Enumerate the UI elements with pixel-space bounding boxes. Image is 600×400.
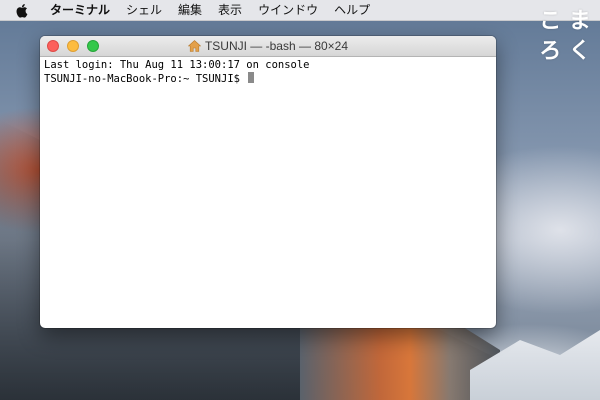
text-cursor — [248, 72, 255, 83]
logo-char: ま — [568, 9, 591, 34]
window-controls — [47, 40, 99, 52]
window-titlebar[interactable]: TSUNJI — -bash — 80×24 — [40, 36, 496, 57]
logo-char: く — [568, 38, 591, 64]
prompt-text: TSUNJI-no-MacBook-Pro:~ TSUNJI$ — [44, 73, 247, 85]
home-folder-icon — [187, 40, 201, 52]
menu-app-terminal[interactable]: ターミナル — [42, 0, 118, 20]
zoom-button[interactable] — [87, 40, 99, 52]
wallpaper-snow — [470, 330, 600, 400]
menu-bar: ターミナル シェル 編集 表示 ウインドウ ヘルプ — [0, 0, 600, 21]
menu-shell[interactable]: シェル — [118, 0, 170, 20]
close-button[interactable] — [47, 40, 59, 52]
terminal-line-prompt: TSUNJI-no-MacBook-Pro:~ TSUNJI$ — [44, 72, 492, 86]
menu-window[interactable]: ウインドウ — [250, 0, 326, 20]
minimize-button[interactable] — [67, 40, 79, 52]
terminal-line-login: Last login: Thu Aug 11 13:00:17 on conso… — [44, 59, 310, 71]
site-logo: こ ま ろ く — [537, 9, 593, 65]
menu-view[interactable]: 表示 — [210, 0, 250, 20]
terminal-window: TSUNJI — -bash — 80×24 Last login: Thu A… — [40, 36, 496, 328]
terminal-content[interactable]: Last login: Thu Aug 11 13:00:17 on conso… — [40, 57, 496, 88]
logo-char: こ — [539, 9, 562, 34]
logo-char: ろ — [539, 38, 562, 64]
window-title-text: TSUNJI — -bash — 80×24 — [204, 39, 349, 53]
menu-edit[interactable]: 編集 — [170, 0, 210, 20]
menu-help[interactable]: ヘルプ — [326, 0, 378, 20]
apple-icon[interactable] — [14, 3, 28, 18]
window-title: TSUNJI — -bash — 80×24 — [187, 39, 349, 53]
